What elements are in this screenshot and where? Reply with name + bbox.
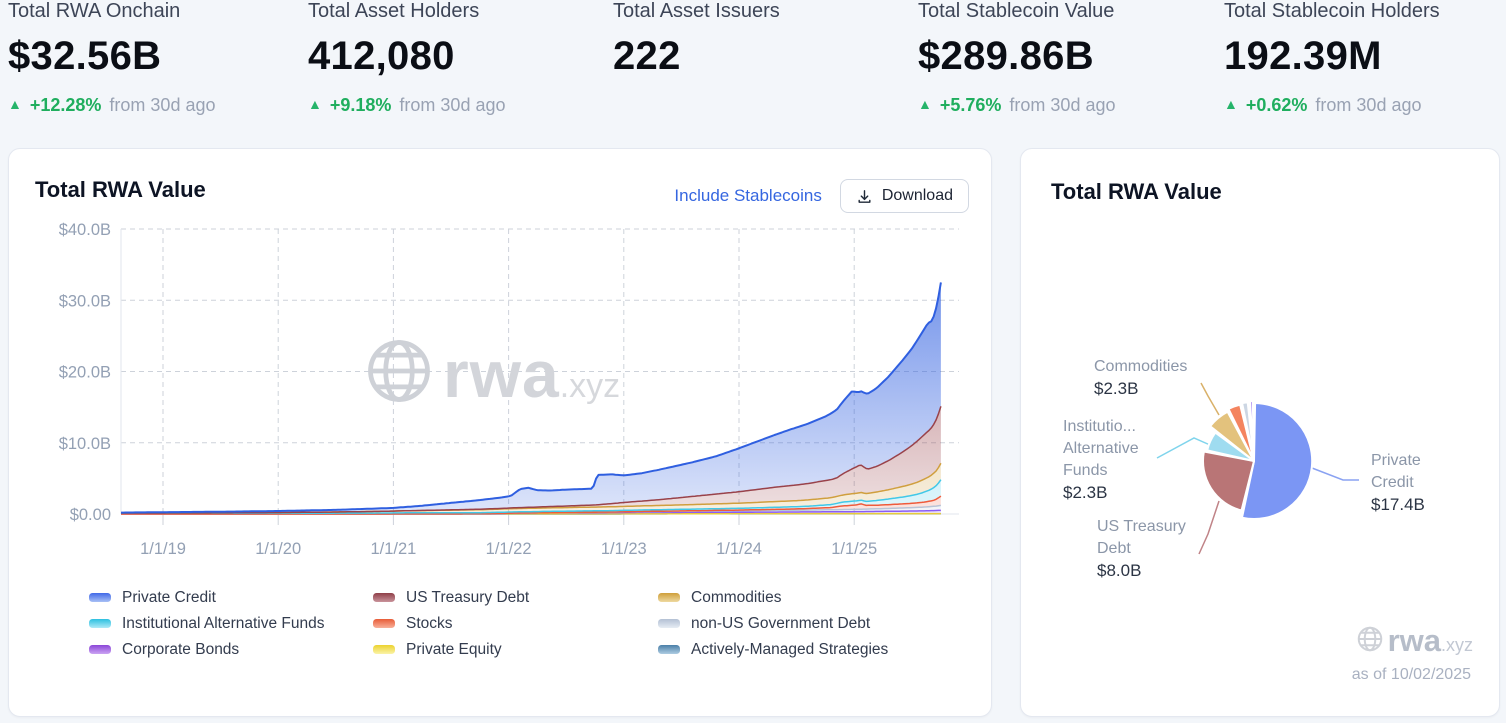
- rwa-breakdown-card: Total RWA Value Commodities $2.3B Institut…: [1020, 148, 1500, 717]
- legend-label: US Treasury Debt: [406, 588, 530, 606]
- legend-swatch: [658, 593, 680, 602]
- callout-label: Debt: [1097, 540, 1131, 557]
- callout-label: Commodities: [1094, 358, 1188, 375]
- as-of-date: as of 10/02/2025: [1351, 666, 1471, 683]
- stat-delta-pct: +9.18%: [329, 94, 392, 115]
- legend-swatch: [89, 619, 111, 628]
- total-rwa-value-card: Total RWA Value Include Stablecoins Down…: [8, 148, 992, 717]
- stat-value: 222: [613, 34, 681, 78]
- legend-item-commodities[interactable]: Commodities: [658, 589, 888, 606]
- legend-swatch: [658, 619, 680, 628]
- callout-value: $17.4B: [1371, 495, 1425, 514]
- legend-swatch: [373, 619, 395, 628]
- callout-label: US Treasury: [1097, 518, 1186, 535]
- stat-delta-pct: +5.76%: [939, 94, 1002, 115]
- svg-text:1/1/22: 1/1/22: [486, 540, 532, 558]
- svg-text:$10.0B: $10.0B: [59, 435, 111, 453]
- stat-delta: ▲ +9.18% from 30d ago: [308, 94, 506, 116]
- legend-label: Private Equity: [406, 640, 502, 658]
- up-triangle-icon: ▲: [308, 96, 322, 112]
- svg-text:$30.0B: $30.0B: [59, 292, 111, 310]
- rwa-dashboard: Total RWA Onchain $32.56B ▲ +12.28% from 30d…: [0, 0, 1506, 723]
- callout-value: $8.0B: [1097, 561, 1142, 580]
- callout-label: Credit: [1371, 474, 1414, 491]
- legend-swatch: [658, 645, 680, 654]
- stat-label: Total Stablecoin Holders: [1224, 0, 1440, 22]
- stat-total-asset-issuers: Total Asset Issuers 222: [613, 0, 780, 116]
- legend-item-institutional-alternative-funds[interactable]: Institutional Alternative Funds: [89, 615, 324, 632]
- legend-label: Actively-Managed Strategies: [691, 640, 889, 658]
- callout-label: Private: [1371, 452, 1421, 469]
- callout-label: Institutio...: [1063, 418, 1136, 435]
- stat-value: $289.86B: [918, 34, 1094, 78]
- legend-swatch: [373, 593, 395, 602]
- stat-delta-pct: +0.62%: [1245, 94, 1308, 115]
- pie-callout-us-treasury-debt: US Treasury Debt $8.0B: [1097, 516, 1186, 582]
- callout-value: $2.3B: [1094, 379, 1139, 398]
- stat-delta-suffix: from 30d ago: [399, 94, 506, 115]
- legend-column: Private Credit Institutional Alternative …: [89, 589, 324, 658]
- stat-total-stablecoin-value: Total Stablecoin Value $289.86B ▲ +5.76% fro…: [918, 0, 1116, 116]
- stat-delta: ▲ +12.28% from 30d ago: [8, 94, 216, 116]
- stat-total-rwa-onchain: Total RWA Onchain $32.56B ▲ +12.28% from 30d…: [8, 0, 216, 116]
- legend-item-private-equity[interactable]: Private Equity: [373, 641, 529, 658]
- stat-value: 192.39M: [1224, 34, 1382, 78]
- pie-callout-private-credit: Private Credit $17.4B: [1371, 450, 1425, 516]
- stat-total-asset-holders: Total Asset Holders 412,080 ▲ +9.18% from 30…: [308, 0, 506, 116]
- stat-total-stablecoin-holders: Total Stablecoin Holders 192.39M ▲ +0.62% fr…: [1224, 0, 1440, 116]
- svg-text:$20.0B: $20.0B: [59, 364, 111, 382]
- legend-column: US Treasury Debt Stocks Private Equity: [373, 589, 529, 658]
- legend-label: Private Credit: [122, 588, 216, 606]
- stat-label: Total Asset Issuers: [613, 0, 780, 22]
- legend-item-corporate-bonds[interactable]: Corporate Bonds: [89, 641, 324, 658]
- legend-label: Stocks: [406, 614, 453, 632]
- svg-text:1/1/25: 1/1/25: [831, 540, 877, 558]
- stat-delta-suffix: from 30d ago: [1009, 94, 1116, 115]
- callout-label: Funds: [1063, 462, 1108, 479]
- legend-item-non-us-government-debt[interactable]: non-US Government Debt: [658, 615, 888, 632]
- legend-label: non-US Government Debt: [691, 614, 871, 632]
- legend-item-stocks[interactable]: Stocks: [373, 615, 529, 632]
- svg-text:1/1/24: 1/1/24: [716, 540, 762, 558]
- stat-delta: ▲ +5.76% from 30d ago: [918, 94, 1116, 116]
- pie-callout-commodities: Commodities $2.3B: [1094, 356, 1187, 400]
- stat-label: Total Asset Holders: [308, 0, 480, 22]
- callout-label: Alternative: [1063, 440, 1139, 457]
- up-triangle-icon: ▲: [918, 96, 932, 112]
- stat-delta: ▲ +0.62% from 30d ago: [1224, 94, 1440, 116]
- legend-label: Corporate Bonds: [122, 640, 240, 658]
- legend-label: Institutional Alternative Funds: [122, 614, 325, 632]
- svg-text:1/1/21: 1/1/21: [370, 540, 416, 558]
- stat-delta-pct: +12.28%: [29, 94, 102, 115]
- stat-delta-suffix: from 30d ago: [109, 94, 216, 115]
- pie-callout-institutional-alternative-funds: Institutio... Alternative Funds $2.3B: [1063, 416, 1139, 504]
- stat-value: 412,080: [308, 34, 455, 78]
- legend-column: Commodities non-US Government Debt Activel…: [658, 589, 888, 658]
- legend-label: Commodities: [691, 588, 782, 606]
- stat-label: Total Stablecoin Value: [918, 0, 1115, 22]
- legend-item-us-treasury-debt[interactable]: US Treasury Debt: [373, 589, 529, 606]
- stat-label: Total RWA Onchain: [8, 0, 181, 22]
- stat-delta-suffix: from 30d ago: [1315, 94, 1422, 115]
- svg-text:1/1/23: 1/1/23: [601, 540, 647, 558]
- legend-swatch: [89, 645, 111, 654]
- svg-text:1/1/20: 1/1/20: [255, 540, 301, 558]
- legend-swatch: [373, 645, 395, 654]
- svg-text:1/1/19: 1/1/19: [140, 540, 186, 558]
- up-triangle-icon: ▲: [8, 96, 22, 112]
- svg-text:$40.0B: $40.0B: [59, 221, 111, 239]
- up-triangle-icon: ▲: [1224, 96, 1238, 112]
- svg-text:$0.00: $0.00: [70, 506, 111, 524]
- callout-value: $2.3B: [1063, 483, 1108, 502]
- legend-item-private-credit[interactable]: Private Credit: [89, 589, 324, 606]
- legend-swatch: [89, 593, 111, 602]
- legend-item-actively-managed-strategies[interactable]: Actively-Managed Strategies: [658, 641, 888, 658]
- stat-value: $32.56B: [8, 34, 162, 78]
